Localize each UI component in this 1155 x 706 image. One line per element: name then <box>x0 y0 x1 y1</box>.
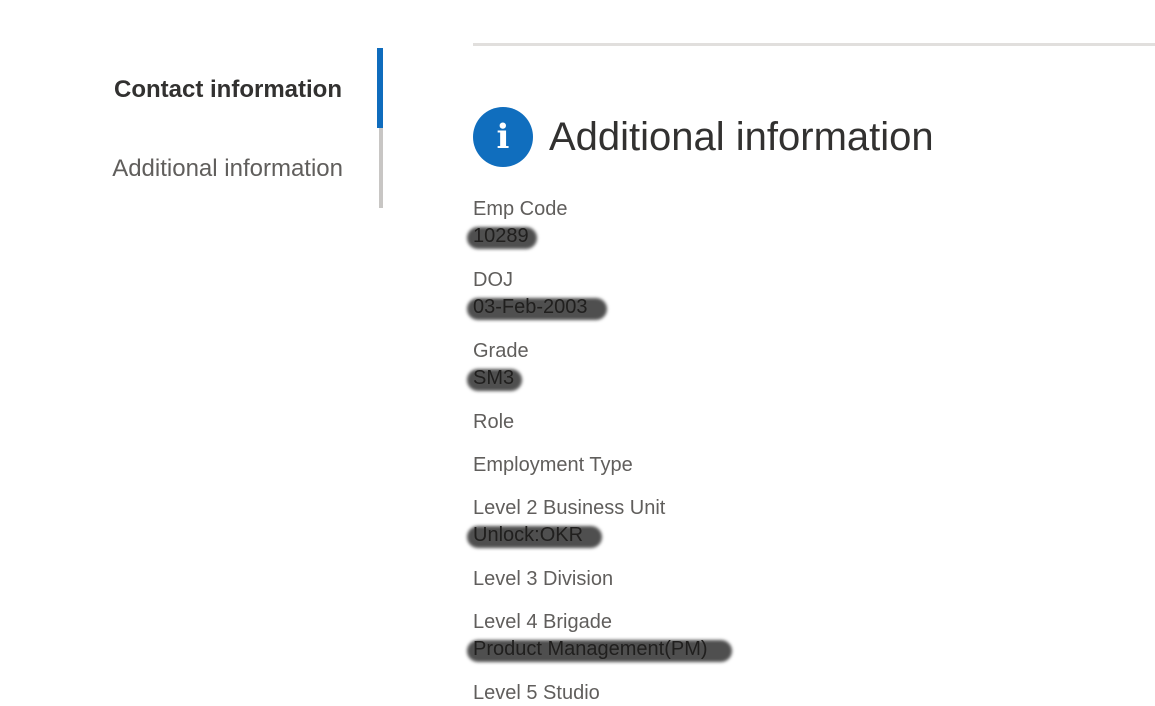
section-header: i Additional information <box>473 106 934 168</box>
field-level-4-brigade: Level 4 Brigade Product Management(PM) <box>467 609 1123 663</box>
field-label: Emp Code <box>473 198 568 220</box>
info-icon: i <box>473 107 533 167</box>
field-label: Grade <box>473 340 529 362</box>
nav-item-contact-information[interactable]: Contact information <box>114 76 342 104</box>
section-title: Additional information <box>549 114 934 159</box>
field-role: Role <box>473 409 1123 435</box>
field-value: SM3 <box>467 364 1123 392</box>
field-level-3-division: Level 3 Division <box>473 566 1123 592</box>
field-value: Product Management(PM) <box>467 635 1123 663</box>
field-label: Role <box>473 411 515 433</box>
field-label: Level 3 Division <box>473 568 614 590</box>
nav-active-indicator <box>377 48 383 128</box>
field-label: Level 4 Brigade <box>473 611 612 633</box>
section-nav: Contact information Additional informati… <box>0 0 390 694</box>
field-label: Employment Type <box>473 454 633 476</box>
field-employment-type: Employment Type <box>473 452 1123 478</box>
field-grade: Grade SM3 <box>467 338 1123 392</box>
fields-list: Emp Code 10289 DOJ 03-Feb-2003 Grade SM3… <box>467 196 1123 706</box>
field-doj: DOJ 03-Feb-2003 <box>467 267 1123 321</box>
field-value: 10289 <box>467 222 1123 250</box>
field-label: DOJ <box>473 269 513 291</box>
field-value: Unlock:OKR <box>467 521 1123 549</box>
field-label: Level 2 Business Unit <box>473 497 666 519</box>
nav-item-additional-information[interactable]: Additional information <box>112 155 343 183</box>
field-label: Level 5 Studio <box>473 682 600 704</box>
field-level-5-studio: Level 5 Studio <box>473 680 1123 706</box>
field-emp-code: Emp Code 10289 <box>467 196 1123 250</box>
field-value: 03-Feb-2003 <box>467 293 1123 321</box>
field-level-2-business-unit: Level 2 Business Unit Unlock:OKR <box>467 495 1123 549</box>
section-divider <box>473 43 1155 46</box>
